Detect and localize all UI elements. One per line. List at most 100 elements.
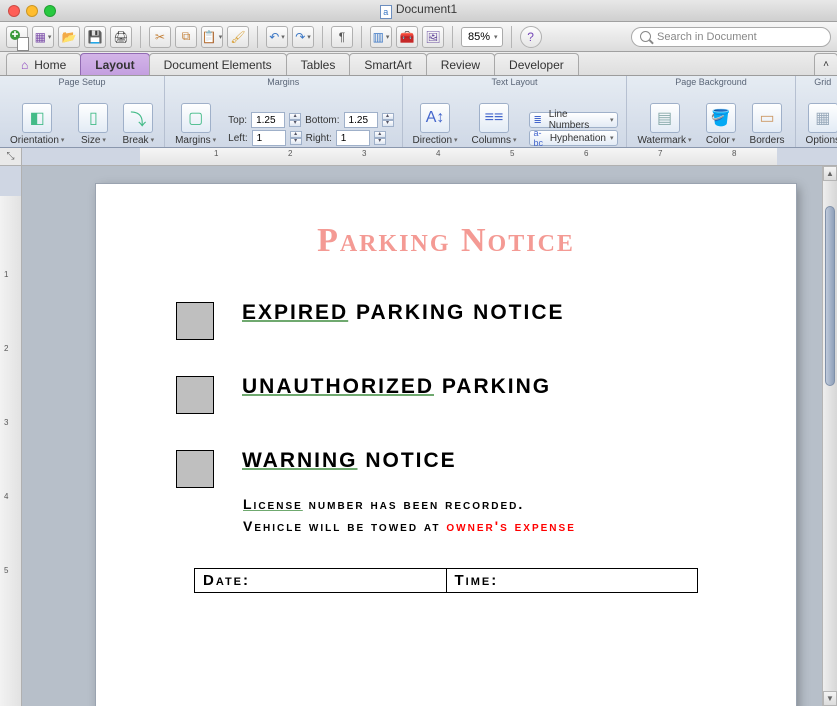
undo-button[interactable]: ↶: [266, 26, 288, 48]
tab-developer[interactable]: Developer: [494, 53, 579, 75]
doc-title: Parking Notice: [164, 222, 728, 260]
paste-button[interactable]: 📋: [201, 26, 223, 48]
table-row: Date: Time:: [195, 569, 698, 593]
page-borders-icon: ▭: [752, 103, 782, 133]
margin-top-label: Top:: [228, 115, 247, 126]
copy-button[interactable]: ⧉: [175, 26, 197, 48]
ruler-tick-7: 7: [658, 149, 662, 158]
margin-top-stepper[interactable]: ▴▾: [289, 113, 301, 127]
ruler-bar: ⤡ 1 2 3 4 5 6 7 8: [0, 148, 837, 166]
checkbox-shape[interactable]: [176, 450, 214, 488]
text-layout-small-buttons: ≣ Line Numbers a-bc Hyphenation: [529, 112, 619, 146]
tab-tables-label: Tables: [301, 58, 336, 72]
zoom-combo[interactable]: 85%▾: [461, 27, 503, 47]
quick-access-toolbar: ▦ 📂 💾 🖨 ✂ ⧉ 📋 🖌 ↶ ↷ ¶ ▥ 🧰 🖼 85%▾ ? Searc…: [0, 22, 837, 52]
horizontal-ruler[interactable]: 1 2 3 4 5 6 7 8: [22, 148, 837, 165]
cut-button[interactable]: ✂: [149, 26, 171, 48]
ruler-corner[interactable]: ⤡: [0, 148, 22, 165]
tab-home[interactable]: ⌂Home: [6, 53, 81, 75]
size-button[interactable]: ▯Size: [76, 103, 110, 146]
margin-left-input[interactable]: [252, 130, 286, 146]
scroll-up-button[interactable]: ▲: [823, 166, 837, 181]
grid-options-label: Options: [806, 135, 837, 146]
margin-bottom-stepper[interactable]: ▴▾: [382, 113, 394, 127]
search-icon: [640, 31, 651, 42]
margin-bottom-label: Bottom:: [305, 115, 339, 126]
ruler-tick-2: 2: [288, 149, 292, 158]
show-formatting-button[interactable]: ¶: [331, 26, 353, 48]
ruler-tick-6: 6: [584, 149, 588, 158]
chevron-down-icon: ▾: [290, 138, 302, 145]
tab-review[interactable]: Review: [426, 53, 495, 75]
vertical-ruler[interactable]: 1 2 3 4 5: [0, 166, 22, 706]
tab-document-elements-label: Document Elements: [164, 58, 272, 72]
tab-home-label: Home: [34, 58, 66, 72]
ribbon-tabs: ⌂Home Layout Document Elements Tables Sm…: [0, 52, 837, 76]
margin-right-input[interactable]: [336, 130, 370, 146]
tab-review-label: Review: [441, 58, 480, 72]
hyphenation-label: Hyphenation: [550, 133, 606, 144]
scroll-thumb[interactable]: [825, 206, 835, 386]
ribbon-collapse-button[interactable]: ˄: [814, 53, 837, 75]
page-color-button[interactable]: 🪣Color: [704, 103, 738, 146]
margin-top-input[interactable]: [251, 112, 285, 128]
workspace: 1 2 3 4 5 Parking Notice EXPIRED PARKING…: [0, 166, 837, 706]
page[interactable]: Parking Notice EXPIRED PARKING NOTICE UN…: [96, 184, 796, 706]
margin-left-stepper[interactable]: ▴▾: [290, 131, 302, 145]
tab-smartart[interactable]: SmartArt: [349, 53, 426, 75]
document-area[interactable]: Parking Notice EXPIRED PARKING NOTICE UN…: [22, 166, 837, 706]
new-document-button[interactable]: [6, 26, 28, 48]
break-button[interactable]: ⤵Break: [120, 103, 156, 146]
search-box[interactable]: Search in Document: [631, 27, 831, 47]
page-borders-label: Borders: [750, 135, 785, 146]
ruler-tick-8: 8: [732, 149, 736, 158]
columns-icon: ≡≡: [479, 103, 509, 133]
watermark-button[interactable]: ▤Watermark: [635, 103, 693, 146]
orientation-button[interactable]: ◧Orientation: [8, 103, 66, 146]
help-button[interactable]: ?: [520, 26, 542, 48]
tab-developer-label: Developer: [509, 58, 564, 72]
columns-label: Columns: [472, 135, 517, 146]
margins-button[interactable]: ▢Margins: [173, 103, 218, 146]
line-numbers-icon: ≣: [534, 115, 542, 126]
ruler-tick-3: 3: [362, 149, 366, 158]
media-browser-button[interactable]: 🖼: [422, 26, 444, 48]
scroll-down-button[interactable]: ▼: [823, 691, 837, 706]
vruler-tick-2: 2: [4, 344, 8, 353]
margin-right-stepper[interactable]: ▴▾: [374, 131, 386, 145]
time-cell[interactable]: Time:: [446, 569, 698, 593]
group-label: Margins: [165, 77, 401, 87]
date-cell[interactable]: Date:: [195, 569, 447, 593]
grid-options-button[interactable]: ▦ Options: [804, 103, 837, 146]
separator: [361, 26, 362, 48]
watermark-icon: ▤: [650, 103, 680, 133]
format-painter-button[interactable]: 🖌: [227, 26, 249, 48]
chevron-up-icon: ▴: [374, 131, 386, 138]
tab-tables[interactable]: Tables: [286, 53, 351, 75]
sidebar-toggle-button[interactable]: ▥: [370, 26, 392, 48]
new-from-template-button[interactable]: ▦: [32, 26, 54, 48]
vertical-scrollbar[interactable]: ▲ ▼: [822, 166, 837, 706]
tab-document-elements[interactable]: Document Elements: [149, 53, 287, 75]
option-warning-label: WARNING NOTICE: [242, 448, 457, 473]
checkbox-shape[interactable]: [176, 302, 214, 340]
tab-smartart-label: SmartArt: [364, 58, 411, 72]
toolbox-button[interactable]: 🧰: [396, 26, 418, 48]
print-button[interactable]: 🖨: [110, 26, 132, 48]
margin-right-label: Right:: [306, 133, 332, 144]
margin-bottom-input[interactable]: [344, 112, 378, 128]
columns-button[interactable]: ≡≡ Columns: [470, 103, 519, 146]
direction-button[interactable]: A↕Direction: [411, 103, 460, 146]
redo-button[interactable]: ↷: [292, 26, 314, 48]
chevron-up-icon: ▴: [382, 113, 394, 120]
ruler-tick-1: 1: [214, 149, 218, 158]
open-button[interactable]: 📂: [58, 26, 80, 48]
grid-icon: ▦: [808, 103, 837, 133]
group-label: Text Layout: [403, 77, 627, 87]
checkbox-shape[interactable]: [176, 376, 214, 414]
page-borders-button[interactable]: ▭ Borders: [748, 103, 787, 146]
line-numbers-button[interactable]: ≣ Line Numbers: [529, 112, 619, 128]
hyphenation-button[interactable]: a-bc Hyphenation: [529, 130, 619, 146]
save-button[interactable]: 💾: [84, 26, 106, 48]
tab-layout[interactable]: Layout: [80, 53, 149, 75]
